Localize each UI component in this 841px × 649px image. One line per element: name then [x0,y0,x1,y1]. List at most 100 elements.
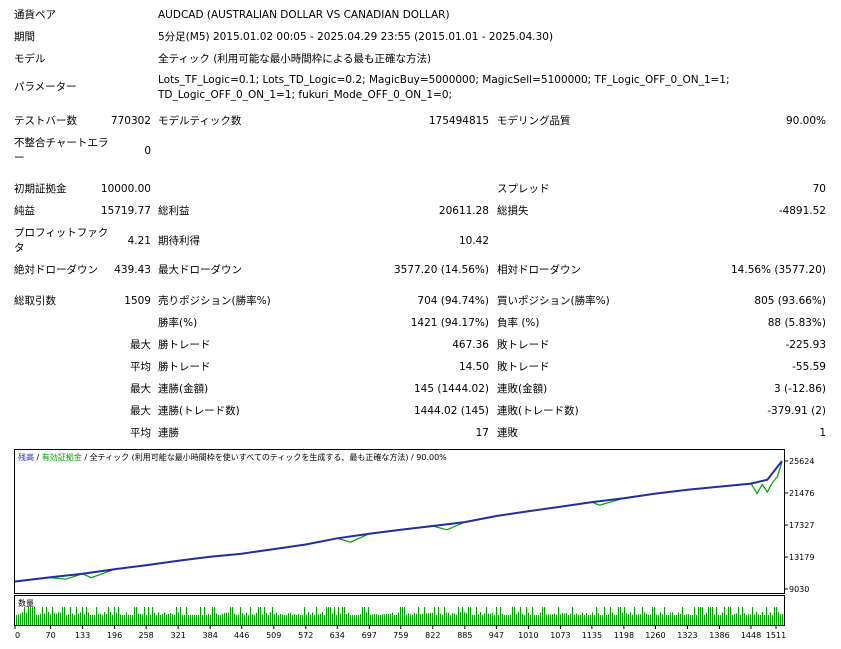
volume-bar [528,612,529,625]
legend-part-1: / [34,453,42,462]
volume-bar [306,614,307,625]
volume-bar [708,607,709,625]
volume-bar [530,615,531,625]
volume-bar [180,607,181,625]
volume-bar [268,615,269,625]
volume-bar [114,607,115,625]
x-tick-label: 1198 [614,631,634,640]
abs-drawdown-label: 絶対ドローダウン [14,264,98,276]
volume-bar [312,612,313,625]
volume-bar [186,607,187,625]
x-tick-label: 947 [489,631,504,640]
volume-bar [474,615,475,625]
period-value: 5分足(M5) 2015.01.02 00:05 - 2025.04.29 23… [158,31,554,43]
volume-bar [74,615,75,625]
x-tick-label: 321 [171,631,186,640]
volume-bar [284,615,285,625]
profit-factor-value: 4.21 [127,235,151,247]
volume-bar [560,614,561,625]
volume-bar [386,614,387,625]
volume-bar [542,607,543,625]
x-tick-label: 885 [457,631,472,640]
volume-bar [540,612,541,625]
expected-payoff-label: 期待利得 [158,235,200,247]
volume-bar [692,615,693,625]
volume-bar [412,615,413,625]
volume-bar [48,612,49,625]
win-trade-label: 勝トレード [158,339,211,351]
params-label: パラメーター [14,81,77,93]
volume-bar [658,615,659,625]
volume-bar [252,614,253,625]
volume-bar [422,613,423,625]
volume-bar [516,614,517,625]
volume-bar [376,614,377,625]
volume-bar [612,612,613,625]
volume-bar [406,615,407,625]
volume-bar [282,614,283,625]
deposit-value: 10000.00 [100,183,151,195]
volume-bar [338,607,339,625]
x-tick-label: 1260 [645,631,665,640]
volume-bar [442,615,443,625]
volume-bar [670,612,671,625]
volume-bar [322,612,323,625]
volume-bar [506,615,507,625]
loss-rate-value: 88 (5.83%) [767,317,826,329]
volume-bar [302,615,303,625]
volume-label: 数量 [18,598,34,608]
params-value: Lots_TF_Logic=0.1; Lots_TD_Logic=0.2; Ma… [158,74,730,101]
x-tick-label: 822 [425,631,440,640]
long-positions-value: 805 (93.66%) [754,295,826,307]
x-tick-label: 759 [393,631,408,640]
volume-bar [264,607,265,625]
volume-bar [408,613,409,625]
volume-bar [254,614,255,625]
volume-bar [68,614,69,625]
volume-bar [668,615,669,625]
volume-bar [166,614,167,625]
volume-bar [200,607,201,625]
volume-bar [292,615,293,625]
volume-bar [400,607,401,625]
spread-value: 70 [812,183,826,195]
volume-bar [568,615,569,625]
x-tick-label: 446 [234,631,249,640]
volume-bar [66,615,67,625]
volume-bar [218,614,219,625]
volume-bar [464,612,465,625]
x-tick-label: 634 [330,631,345,640]
volume-bar [298,613,299,625]
volume-bar [128,614,129,625]
volume-bar [248,615,249,625]
volume-bar [440,613,441,625]
bars-value: 770302 [110,115,151,127]
volume-bar [258,607,259,625]
volume-bar [624,607,625,625]
x-tick-label: 1511 [766,631,786,640]
volume-bar [70,607,71,625]
avg-cons-win-label: 連勝 [158,427,179,439]
volume-bar [618,607,619,625]
x-tick-label: 384 [203,631,218,640]
volume-bar [172,613,173,625]
volume-bar [654,607,655,625]
volume-bar [150,614,151,625]
volume-bar [566,613,567,625]
volume-bar [112,615,113,625]
volume-bar [608,614,609,625]
volume-bar [256,612,257,625]
volume-bar [678,612,679,625]
volume-bar [696,615,697,625]
cons-loss-count-value: -379.91 (2) [767,405,826,417]
volume-bar [108,607,109,625]
volume-bar [766,607,767,625]
short-positions-label: 売りポジション(勝率%) [158,295,271,307]
avg-cons-loss-value: 1 [819,427,826,439]
volume-bar [652,607,653,625]
volume-bar [604,607,605,625]
volume-bar [378,615,379,625]
volume-bar [644,612,645,625]
volume-bar [46,607,47,625]
volume-bar [710,607,711,625]
